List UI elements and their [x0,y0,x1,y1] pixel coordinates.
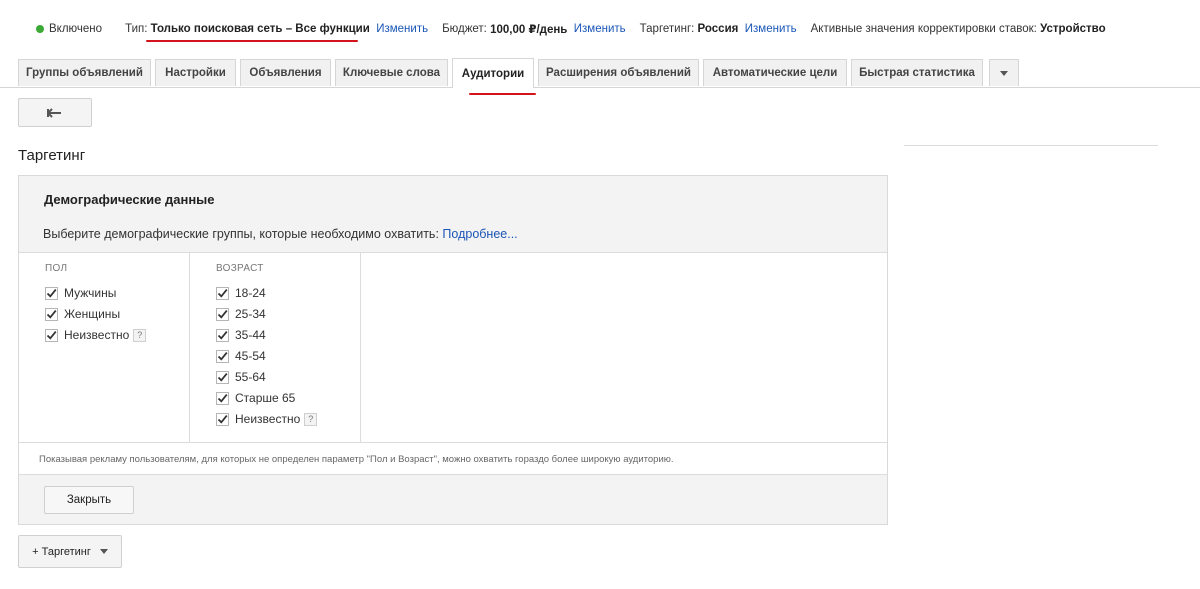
age-option-label: 35-44 [235,328,266,342]
gender-option[interactable]: Женщины [45,307,120,321]
gender-option[interactable]: Неизвестно? [45,328,147,342]
age-option[interactable]: Старше 65 [216,391,295,405]
audiences-highlight-underline [469,93,536,95]
age-option[interactable]: 45-54 [216,349,266,363]
bid-adjustments-value: Устройство [1040,23,1106,35]
help-icon[interactable]: ? [304,412,318,426]
close-button[interactable]: Закрыть [44,486,134,514]
tab-quick-stats[interactable]: Быстрая статистика [851,59,983,86]
chevron-down-icon [99,549,108,554]
checkbox-checked-icon[interactable] [45,307,58,321]
type-highlight-underline [146,40,358,42]
demographics-description: Выберите демографические группы, которые… [43,227,518,241]
age-option-label: Старше 65 [235,391,296,405]
age-option[interactable]: 35-44 [216,328,266,342]
demographics-panel-header: Демографические данные Выберите демограф… [19,176,887,253]
checkbox-checked-icon[interactable] [216,412,229,426]
type-value: Только поисковая сеть – Все функции [150,23,370,35]
age-heading: ВОЗРАСТ [216,263,264,274]
age-option[interactable]: 25-34 [216,307,266,321]
add-targeting-label: + Таргетинг [32,545,91,558]
demographics-note-area: Показывая рекламу пользователям, для кот… [19,442,887,475]
demographics-description-text: Выберите демографические группы, которые… [43,227,439,241]
type-label: Тип: [125,23,148,35]
tab-ads[interactable]: Объявления [240,59,331,86]
checkbox-checked-icon[interactable] [216,328,229,342]
checkbox-checked-icon[interactable] [216,349,229,363]
age-option[interactable]: 55-64 [216,370,266,384]
checkbox-checked-icon[interactable] [45,286,58,300]
demographics-panel: Демографические данные Выберите демограф… [18,175,888,525]
tab-auto-targets[interactable]: Автоматические цели [703,59,847,86]
targeting-change-link[interactable]: Изменить [745,23,797,35]
type-change-link[interactable]: Изменить [376,23,428,35]
campaign-state: Включено [49,23,103,35]
campaign-status-bar: Включено Тип: Только поисковая сеть – Вс… [36,22,1106,36]
budget-value: 100,00 ₽/день [490,24,568,36]
gender-option-label: Мужчины [64,286,117,300]
age-option-label: 18-24 [235,286,266,300]
targeting-value: Россия [697,23,739,35]
age-option[interactable]: Неизвестно? [216,412,318,426]
tab-ad-extensions[interactable]: Расширения объявлений [538,59,699,86]
right-column-divider [904,145,1158,146]
gender-option-label: Женщины [64,307,121,321]
add-targeting-button[interactable]: + Таргетинг [18,535,122,568]
tab-settings[interactable]: Настройки [155,59,236,86]
page-title: Таргетинг [18,147,86,164]
age-option[interactable]: 18-24 [216,286,266,300]
budget-change-link[interactable]: Изменить [574,23,626,35]
age-option-label: Неизвестно [235,412,301,426]
learn-more-link[interactable]: Подробнее... [442,227,517,241]
gender-column: ПОЛ Мужчины Женщины Неизвестно? [19,252,190,442]
tab-bar: Группы объявлений Настройки Объявления К… [18,58,1023,88]
chevron-down-icon [1000,70,1008,76]
checkbox-checked-icon[interactable] [45,328,58,342]
help-icon[interactable]: ? [133,328,147,342]
tab-ad-groups[interactable]: Группы объявлений [18,59,151,86]
tab-keywords[interactable]: Ключевые слова [335,59,448,86]
age-option-label: 25-34 [235,307,266,321]
age-option-label: 45-54 [235,349,266,363]
age-option-label: 55-64 [235,370,266,384]
gender-option[interactable]: Мужчины [45,286,116,300]
checkbox-checked-icon[interactable] [216,286,229,300]
gender-option-label: Неизвестно [64,328,130,342]
tab-audiences[interactable]: Аудитории [452,58,534,88]
back-arrow-icon [47,107,61,118]
checkbox-checked-icon[interactable] [216,391,229,405]
checkbox-checked-icon[interactable] [216,370,229,384]
tabs-more-button[interactable] [989,59,1019,86]
demographics-panel-footer: Закрыть [19,474,887,524]
status-enabled-dot-icon [36,25,44,33]
back-button[interactable] [18,98,92,127]
budget-label: Бюджет: [442,23,487,35]
age-column: ВОЗРАСТ 18-24 25-34 35-44 45-54 55-64 Старше … [190,252,361,442]
checkbox-checked-icon[interactable] [216,307,229,321]
demographics-title: Демографические данные [44,192,215,207]
gender-heading: ПОЛ [45,263,68,274]
demographics-note: Показывая рекламу пользователям, для кот… [39,454,674,465]
targeting-label: Таргетинг: [639,23,695,35]
bid-adjustments-label: Активные значения корректировки ставок: [810,23,1037,35]
